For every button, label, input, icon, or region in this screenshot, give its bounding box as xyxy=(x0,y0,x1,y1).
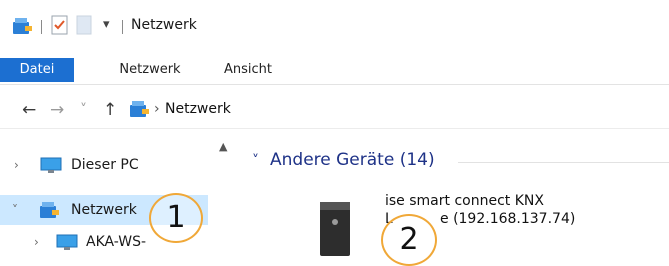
recent-locations-button[interactable]: ˅ xyxy=(80,100,87,120)
monitor-icon xyxy=(40,156,62,186)
callout-marker-1: 1 xyxy=(149,193,203,243)
group-header[interactable]: Andere Geräte (14) xyxy=(270,150,435,170)
address-breadcrumb[interactable]: Netzwerk xyxy=(165,101,231,117)
tab-ansicht[interactable]: Ansicht xyxy=(213,58,283,82)
group-collapse-icon[interactable]: ˅ xyxy=(252,153,259,169)
scroll-up-icon[interactable]: ▲ xyxy=(219,140,227,153)
title-bar xyxy=(0,0,669,56)
network-address-icon xyxy=(128,99,150,123)
callout-marker-2: 2 xyxy=(381,214,437,266)
dropdown-arrow-icon[interactable]: ▾ xyxy=(103,17,110,32)
device-address: e (192.168.137.74) xyxy=(440,211,576,227)
sidebar-item-label: AKA-WS- xyxy=(86,234,147,250)
monitor-icon xyxy=(56,233,78,263)
up-button[interactable]: ↑ xyxy=(103,100,117,120)
server-device-icon xyxy=(316,200,356,264)
device-item[interactable]: ise smart connect KNX L e (192.168.137.7… xyxy=(300,190,669,266)
toolbar-separator xyxy=(122,20,123,34)
new-folder-icon[interactable] xyxy=(76,15,92,39)
sidebar-item-dieser-pc[interactable]: › Dieser PC xyxy=(0,150,208,180)
properties-check-icon[interactable] xyxy=(51,15,69,39)
back-button[interactable]: ← xyxy=(22,100,36,120)
breadcrumb-separator: › xyxy=(154,101,160,117)
sidebar-item-label: Dieser PC xyxy=(71,157,139,173)
ribbon-divider xyxy=(0,84,669,85)
group-divider xyxy=(458,162,669,163)
tab-datei[interactable]: Datei xyxy=(0,58,74,82)
chevron-right-icon[interactable]: › xyxy=(14,150,19,180)
sidebar-item-label: Netzwerk xyxy=(71,202,137,218)
device-name: ise smart connect KNX xyxy=(385,193,544,209)
window-title: Netzwerk xyxy=(131,17,197,33)
chevron-right-icon[interactable]: › xyxy=(34,227,39,257)
address-divider xyxy=(0,128,669,129)
chevron-down-icon[interactable]: ˅ xyxy=(12,195,18,225)
network-folder-icon[interactable] xyxy=(11,16,33,40)
toolbar-separator xyxy=(41,20,42,34)
tab-netzwerk[interactable]: Netzwerk xyxy=(110,58,190,82)
forward-button[interactable]: → xyxy=(50,100,64,120)
